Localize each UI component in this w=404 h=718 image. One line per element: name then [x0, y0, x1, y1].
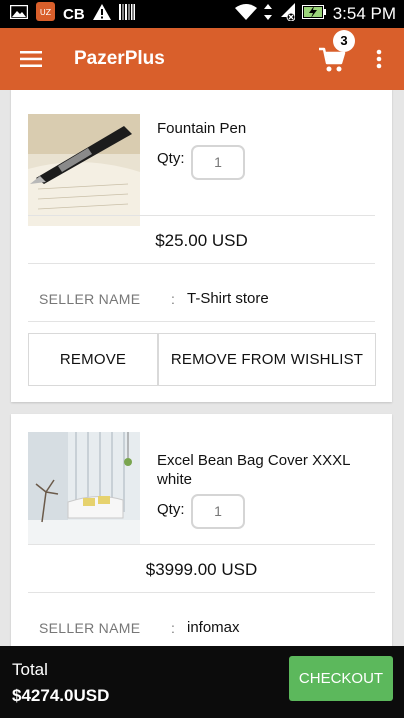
- wishlist-item-card: Fountain Pen Qty: 1 $25.00 USD SELLER NA…: [11, 90, 392, 402]
- product-price: $3999.00 USD: [145, 560, 258, 579]
- battery-charging-icon: [301, 4, 326, 24]
- wifi-icon: [234, 3, 257, 25]
- qty-label: Qty:: [157, 501, 185, 518]
- divider: [28, 215, 375, 216]
- product-price: $25.00 USD: [155, 231, 248, 250]
- app-title: PazerPlus: [74, 48, 165, 69]
- divider: [28, 263, 375, 264]
- qty-label: Qty:: [157, 150, 185, 167]
- cart-button[interactable]: 3: [316, 30, 360, 82]
- total-value: $4274.0USD: [12, 686, 110, 705]
- checkout-bar: Total $4274.0USD CHECKOUT: [0, 646, 404, 718]
- menu-button[interactable]: [0, 28, 62, 90]
- app-notification-icon: UZ: [36, 2, 55, 26]
- remove-button[interactable]: REMOVE: [28, 333, 158, 386]
- product-image[interactable]: [28, 432, 140, 544]
- divider: [28, 592, 375, 593]
- status-time: 3:54 PM: [332, 4, 396, 23]
- cart-count-badge: 3: [333, 30, 355, 52]
- hamburger-icon: [20, 51, 42, 67]
- overflow-menu-button[interactable]: [366, 42, 392, 76]
- remove-from-wishlist-button[interactable]: REMOVE FROM WISHLIST: [158, 333, 376, 386]
- seller-colon: :: [171, 620, 175, 636]
- product-name[interactable]: Excel Bean Bag Cover XXXL white: [157, 451, 372, 489]
- seller-name-label: SELLER NAME: [39, 620, 141, 636]
- seller-name-value: T-Shirt store: [187, 290, 269, 307]
- seller-colon: :: [171, 291, 175, 307]
- sim-no-signal-icon: [279, 2, 296, 26]
- cb-icon: CB: [63, 5, 85, 23]
- wishlist-item-card: Excel Bean Bag Cover XXXL white Qty: 1 $…: [11, 414, 392, 646]
- app-bar: PazerPlus 3: [0, 28, 404, 90]
- wishlist-content[interactable]: Fountain Pen Qty: 1 $25.00 USD SELLER NA…: [0, 90, 404, 646]
- product-image[interactable]: [28, 114, 140, 226]
- data-arrows-icon: [263, 3, 272, 25]
- seller-name-value: infomax: [187, 619, 240, 636]
- qty-input[interactable]: 1: [191, 145, 245, 180]
- warning-icon: [92, 3, 111, 25]
- status-bar: UZ CB 3:54 PM: [0, 0, 404, 28]
- image-icon: [9, 4, 29, 24]
- barcode-icon: [118, 3, 135, 25]
- checkout-button[interactable]: CHECKOUT: [289, 656, 393, 701]
- total-label: Total: [12, 660, 48, 679]
- product-name[interactable]: Fountain Pen: [157, 119, 372, 138]
- divider: [28, 321, 375, 322]
- qty-input[interactable]: 1: [191, 494, 245, 529]
- svg-text:UZ: UZ: [40, 8, 52, 17]
- more-vertical-icon: [376, 49, 382, 69]
- seller-name-label: SELLER NAME: [39, 291, 141, 307]
- divider: [28, 544, 375, 545]
